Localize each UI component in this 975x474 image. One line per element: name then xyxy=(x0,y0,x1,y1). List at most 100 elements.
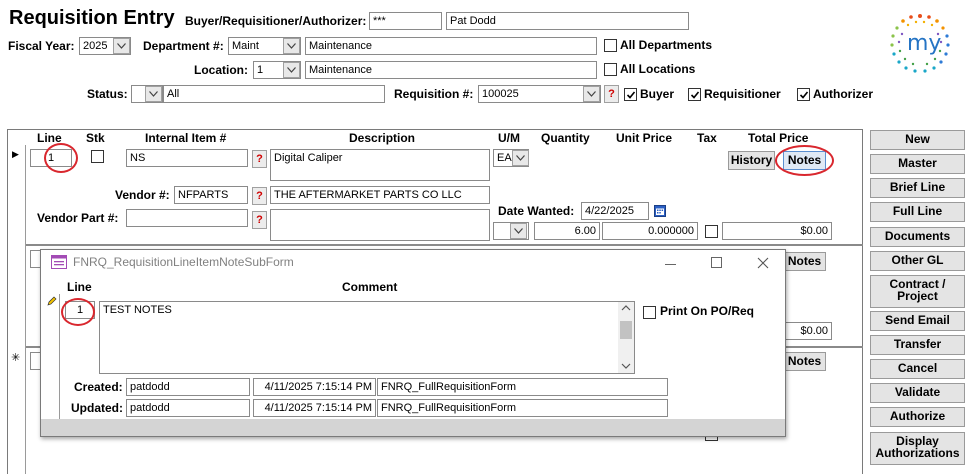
master-button[interactable]: Master xyxy=(870,154,965,174)
updated-date-field: 4/11/2025 7:15:14 PM xyxy=(253,399,376,417)
date-wanted-label: Date Wanted: xyxy=(498,204,575,218)
new-record-icon[interactable]: ✳ xyxy=(11,351,20,364)
tax-checkbox[interactable] xyxy=(705,225,718,238)
notes-button-row2[interactable]: Notes xyxy=(783,252,826,271)
print-on-po-checkbox[interactable] xyxy=(643,306,656,319)
annotation-ring-popup-line xyxy=(61,298,95,326)
buyer-label: Buyer/Requisitioner/Authorizer: xyxy=(185,14,367,28)
popup-record-selector xyxy=(44,294,60,419)
unit-price-field[interactable]: 0.000000 xyxy=(602,222,698,240)
buyer-checkbox[interactable] xyxy=(624,88,637,101)
updated-user-field: patdodd xyxy=(126,399,250,417)
authorize-button[interactable]: Authorize xyxy=(870,407,965,427)
description-field[interactable]: Digital Caliper xyxy=(270,149,490,181)
buyer-code-field[interactable]: *** xyxy=(369,12,442,30)
department-name-field[interactable]: Maintenance xyxy=(305,37,597,55)
all-locations-label: All Locations xyxy=(620,62,696,76)
minimize-icon[interactable] xyxy=(665,264,676,265)
scroll-thumb[interactable] xyxy=(620,321,632,339)
chevron-down-icon xyxy=(516,155,525,161)
all-locations-checkbox[interactable] xyxy=(604,63,617,76)
all-departments-checkbox[interactable] xyxy=(604,39,617,52)
department-dropdown[interactable] xyxy=(283,38,300,54)
row-divider xyxy=(26,244,863,246)
notes-button-row3[interactable]: Notes xyxy=(783,352,826,371)
requisition-label: Requisition #: xyxy=(394,87,474,101)
col-stk: Stk xyxy=(86,131,105,145)
maximize-icon[interactable] xyxy=(711,257,722,268)
calendar-icon[interactable] xyxy=(654,204,666,217)
created-label: Created: xyxy=(74,380,123,394)
other-gl-button[interactable]: Other GL xyxy=(870,251,965,271)
send-email-button[interactable]: Send Email xyxy=(870,311,965,331)
popup-title: FNRQ_RequisitionLineItemNoteSubForm xyxy=(73,255,294,269)
col-total-price: Total Price xyxy=(748,131,809,145)
comment-scrollbar[interactable] xyxy=(618,302,634,373)
all-departments-label: All Departments xyxy=(620,38,713,52)
location-label: Location: xyxy=(194,63,248,77)
fiscal-year-label: Fiscal Year: xyxy=(8,39,75,53)
scroll-down-icon[interactable] xyxy=(621,363,631,369)
chevron-down-icon xyxy=(117,43,126,49)
authorizer-check-label: Authorizer xyxy=(813,87,873,101)
location-dropdown[interactable] xyxy=(283,62,300,78)
new-button[interactable]: New xyxy=(870,130,965,150)
record-selector-column xyxy=(8,145,26,474)
created-form-field: FNRQ_FullRequisitionForm xyxy=(377,378,668,396)
department-label: Department #: xyxy=(143,39,224,53)
vendor-part-description-field[interactable] xyxy=(270,209,490,241)
transfer-button[interactable]: Transfer xyxy=(870,335,965,355)
chevron-down-icon xyxy=(149,91,158,97)
um-dropdown[interactable] xyxy=(512,150,529,166)
documents-button[interactable]: Documents xyxy=(870,227,965,247)
created-date-field: 4/11/2025 7:15:14 PM xyxy=(253,378,376,396)
status-dropdown[interactable] xyxy=(145,86,162,102)
scroll-up-icon[interactable] xyxy=(621,305,631,311)
updated-form-field: FNRQ_FullRequisitionForm xyxy=(377,399,668,417)
stock-checkbox[interactable] xyxy=(91,150,104,163)
col-tax: Tax xyxy=(697,131,717,145)
col-unit-price: Unit Price xyxy=(616,131,673,145)
close-icon[interactable] xyxy=(757,257,769,269)
status-value-field[interactable]: All xyxy=(163,85,385,103)
buyer-name-field[interactable]: Pat Dodd xyxy=(446,12,689,30)
check-icon xyxy=(690,90,699,99)
col-um: U/M xyxy=(498,131,520,145)
popup-comment-field[interactable]: TEST NOTES xyxy=(99,301,635,374)
location-name-field[interactable]: Maintenance xyxy=(305,61,597,79)
vendor-part-field[interactable] xyxy=(126,209,248,227)
brief-line-button[interactable]: Brief Line xyxy=(870,178,965,198)
item-help-button[interactable]: ? xyxy=(252,150,267,168)
check-icon xyxy=(799,90,808,99)
col-description: Description xyxy=(349,131,416,145)
vendor-part-help-button[interactable]: ? xyxy=(252,211,267,229)
requisitioner-check-label: Requisitioner xyxy=(704,87,781,101)
validate-button[interactable]: Validate xyxy=(870,383,965,403)
vendor-name-field[interactable]: THE AFTERMARKET PARTS CO LLC xyxy=(270,186,490,204)
requisitioner-checkbox[interactable] xyxy=(688,88,701,101)
total-price-field[interactable]: $0.00 xyxy=(722,222,832,240)
display-authorizations-button[interactable]: Display Authorizations xyxy=(870,432,965,465)
contract-project-button[interactable]: Contract / Project xyxy=(870,275,965,308)
quantity-field[interactable]: 6.00 xyxy=(534,222,600,240)
history-button[interactable]: History xyxy=(728,151,775,170)
print-on-po-label: Print On PO/Req xyxy=(660,304,755,318)
vendor-code-field[interactable]: NFPARTS xyxy=(174,186,248,204)
authorizer-checkbox[interactable] xyxy=(797,88,810,101)
requisition-dropdown[interactable] xyxy=(583,86,600,102)
full-line-button[interactable]: Full Line xyxy=(870,202,965,222)
date-wanted-field[interactable]: 4/22/2025 xyxy=(581,202,649,220)
record-selector-arrow[interactable]: ▶ xyxy=(12,149,19,160)
internal-item-field[interactable]: NS xyxy=(126,149,248,167)
logo-text: my xyxy=(907,31,942,56)
vendor-help-button[interactable]: ? xyxy=(252,187,267,205)
gl-dropdown[interactable] xyxy=(510,223,527,239)
popup-col-comment: Comment xyxy=(342,280,398,294)
requisition-help-button[interactable]: ? xyxy=(604,85,619,103)
vendor-label: Vendor #: xyxy=(115,188,170,202)
form-icon xyxy=(51,255,67,269)
popup-col-line: Line xyxy=(67,280,92,294)
col-internal-item: Internal Item # xyxy=(145,131,227,145)
cancel-button[interactable]: Cancel xyxy=(870,359,965,379)
fiscal-year-dropdown[interactable] xyxy=(113,38,130,54)
